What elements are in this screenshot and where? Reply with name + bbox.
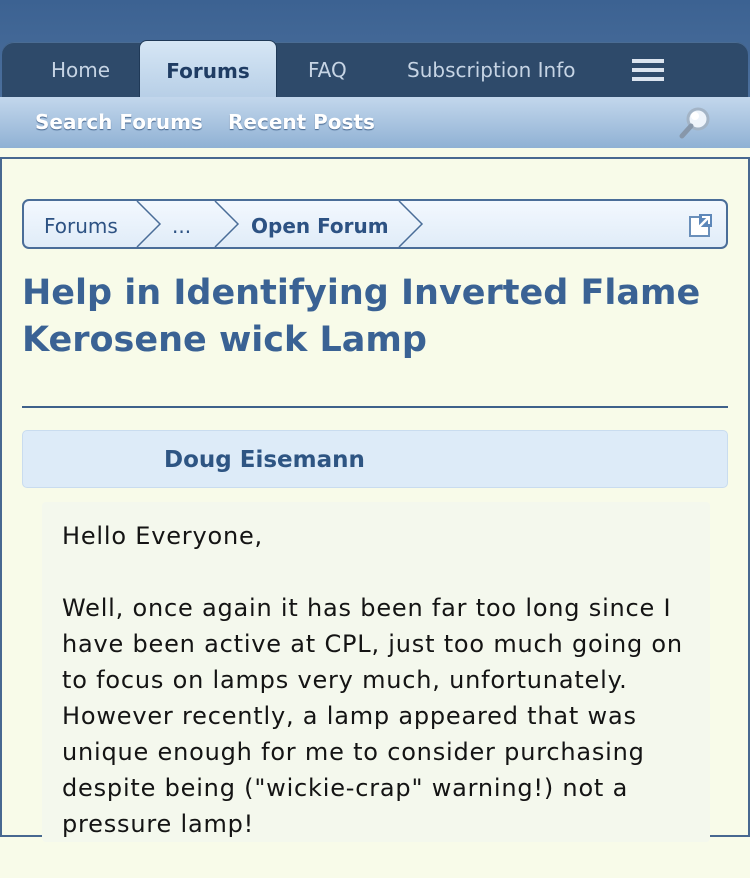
tab-faq[interactable]: FAQ (308, 42, 347, 97)
breadcrumb-forums[interactable]: Forums (44, 201, 118, 247)
main-nav: Home Forums FAQ Subscription Info (2, 40, 748, 100)
hamburger-menu-icon[interactable] (632, 59, 664, 81)
breadcrumb-separator-icon (136, 201, 162, 247)
tab-forums[interactable]: Forums (139, 40, 277, 100)
breadcrumb-open-forum[interactable]: Open Forum (251, 201, 389, 247)
recent-posts-link[interactable]: Recent Posts (228, 97, 375, 147)
author-name-link[interactable]: Doug Eisemann (164, 431, 365, 489)
magnifier-icon[interactable] (678, 106, 712, 140)
breadcrumb: Forums ... Open Forum (22, 199, 728, 249)
sub-nav: Search Forums Recent Posts (0, 97, 750, 148)
tab-home[interactable]: Home (51, 42, 110, 97)
search-forums-link[interactable]: Search Forums (35, 97, 203, 147)
post-body: Well, once again it has been far too lon… (62, 594, 683, 838)
tab-subscription-info[interactable]: Subscription Info (407, 42, 575, 97)
open-external-icon[interactable] (689, 213, 713, 237)
thread-title: Help in Identifying Inverted Flame Keros… (22, 273, 701, 360)
post-author-bar: Doug Eisemann (22, 430, 728, 488)
post-greeting: Hello Everyone, (62, 522, 263, 550)
divider (22, 406, 728, 408)
breadcrumb-ellipsis[interactable]: ... (172, 201, 191, 247)
breadcrumb-separator-icon (398, 201, 424, 247)
breadcrumb-separator-icon (214, 201, 240, 247)
post-text: Hello Everyone, Well, once again it has … (62, 518, 702, 878)
